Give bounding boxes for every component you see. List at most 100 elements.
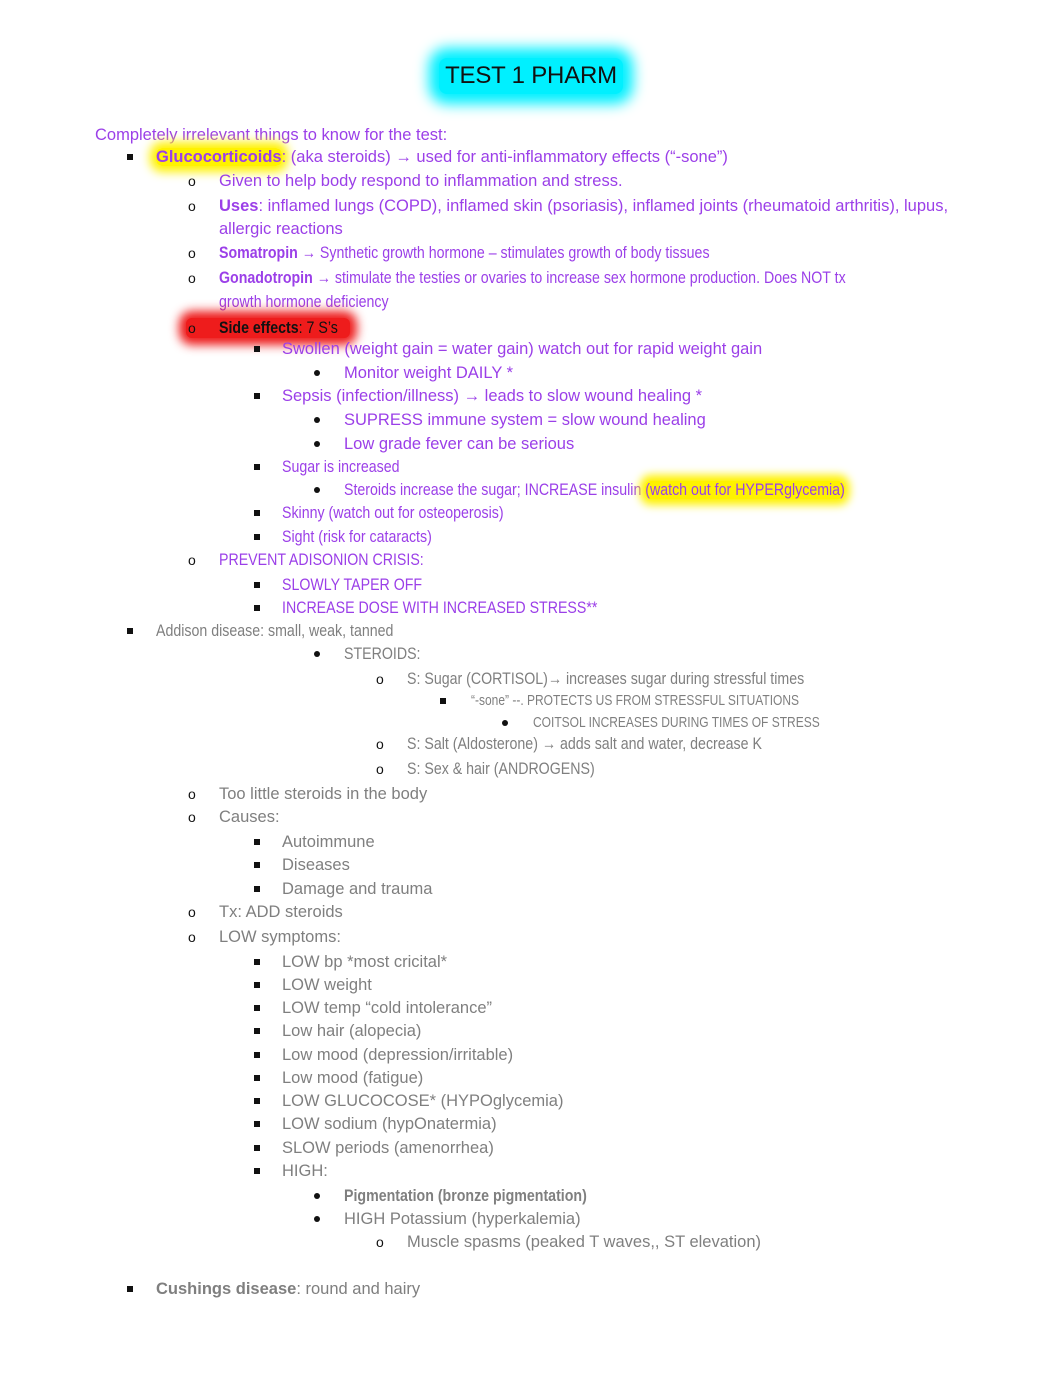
- glucocorticoids-line: Glucocorticoids: (aka steroids) → used f…: [156, 146, 728, 168]
- sight-text: Sight (risk for cataracts): [282, 528, 432, 546]
- causes-line: Causes:: [219, 808, 280, 826]
- title-text: TEST 1 PHARM: [439, 58, 623, 94]
- sugar-cortisol-text: S: Sugar (CORTISOL)→ increases sugar dur…: [407, 670, 805, 688]
- circle-bullet-icon: o: [376, 736, 384, 752]
- low-item: LOW sodium (hypOnatermia): [282, 1115, 497, 1133]
- gonadotropin-cont-line: growth hormone deficiency: [219, 291, 416, 313]
- sone-text: “-sone” --. PROTECTS US FROM STRESSFUL S…: [471, 692, 800, 709]
- sone-line: “-sone” --. PROTECTS US FROM STRESSFUL S…: [471, 690, 881, 712]
- circle-bullet-icon: o: [188, 198, 196, 214]
- uses-desc: : inflamed lungs (COPD), inflamed skin (…: [258, 197, 949, 215]
- given-line: Given to help body respond to inflammati…: [219, 172, 623, 190]
- side-effect-item: Swollen (weight gain = water gain) watch…: [282, 340, 763, 358]
- square-bullet-icon: [254, 951, 260, 973]
- square-bullet-icon: [254, 574, 260, 596]
- square-bullet-icon: [254, 456, 260, 478]
- dot-bullet-icon: [502, 712, 508, 734]
- square-bullet-icon: [254, 974, 260, 996]
- square-bullet-icon: [254, 1067, 260, 1089]
- side-effects-term: Side effects: [219, 319, 299, 337]
- dot-bullet-icon: [314, 479, 320, 501]
- circle-bullet-icon: o: [376, 1234, 384, 1250]
- cushings-desc: : round and hairy: [296, 1280, 421, 1298]
- sex-text: S: Sex & hair (ANDROGENS): [407, 760, 595, 778]
- too-little-line: Too little steroids in the body: [219, 785, 428, 803]
- square-bullet-icon: [254, 502, 260, 524]
- side-effect-item: Sight (risk for cataracts): [282, 526, 456, 548]
- cause-item: Damage and trauma: [282, 880, 433, 898]
- steroids-text: STEROIDS:: [344, 645, 421, 663]
- side-effect-item: Skinny (watch out for osteoperosis): [282, 502, 540, 524]
- tx-line: Tx: ADD steroids: [219, 903, 343, 921]
- square-bullet-icon: [254, 1113, 260, 1135]
- square-bullet-icon: [127, 1278, 133, 1300]
- somatropin-desc: → Synthetic growth hormone – stimulates …: [297, 244, 710, 262]
- low-item: Low hair (alopecia): [282, 1022, 422, 1040]
- dot-bullet-icon: [314, 409, 320, 431]
- square-bullet-icon: [254, 1090, 260, 1112]
- square-bullet-icon: [440, 690, 446, 712]
- square-bullet-icon: [254, 997, 260, 1019]
- intro-line: Completely irrelevant things to know for…: [95, 126, 448, 144]
- skinny-text: Skinny (watch out for osteoperosis): [282, 504, 504, 522]
- addison-heading-text: Addison disease: small, weak, tanned: [156, 622, 394, 640]
- side-effect-subitem: SUPRESS immune system = slow wound heali…: [344, 411, 706, 429]
- side-effect-subitem: Steroids increase the sugar; INCREASE in…: [344, 479, 926, 501]
- side-effect-item: Sugar is increased: [282, 456, 419, 478]
- coitsol-text: COITSOL INCREASES DURING TIMES OF STRESS: [533, 714, 820, 731]
- circle-bullet-icon: o: [188, 809, 196, 825]
- taper-text: SLOWLY TAPER OFF: [282, 576, 423, 594]
- square-bullet-icon: [254, 1160, 260, 1182]
- hyperglycemia-highlight: (watch out for HYPERglycemia): [645, 481, 845, 499]
- uses-cont-line: allergic reactions: [219, 220, 343, 238]
- cushings-line: Cushings disease: round and hairy: [156, 1278, 420, 1300]
- square-bullet-icon: [254, 1044, 260, 1066]
- square-bullet-icon: [127, 620, 133, 642]
- gonadotropin-line: Gonadotropin → stimulate the testies or …: [219, 267, 948, 289]
- square-bullet-icon: [254, 1137, 260, 1159]
- low-item: HIGH:: [282, 1162, 328, 1180]
- dot-bullet-icon: [314, 1185, 320, 1207]
- square-bullet-icon: [254, 878, 260, 900]
- prevent-item: INCREASE DOSE WITH INCREASED STRESS**: [282, 597, 649, 619]
- sugar-cortisol-line: S: Sugar (CORTISOL)→ increases sugar dur…: [407, 668, 869, 690]
- high-item: HIGH Potassium (hyperkalemia): [344, 1210, 581, 1228]
- dot-bullet-icon: [314, 362, 320, 384]
- circle-bullet-icon: o: [376, 761, 384, 777]
- cause-item: Diseases: [282, 856, 350, 874]
- circle-bullet-icon: o: [188, 786, 196, 802]
- gonadotropin-cont-text: growth hormone deficiency: [219, 293, 389, 311]
- cause-item: Autoimmune: [282, 833, 375, 851]
- square-bullet-icon: [127, 146, 133, 168]
- circle-bullet-icon: o: [188, 929, 196, 945]
- prevent-text: PREVENT ADISONION CRISIS:: [219, 551, 424, 569]
- sugar-increased-text: Sugar is increased: [282, 458, 400, 476]
- low-item: Low mood (depression/irritable): [282, 1046, 514, 1064]
- square-bullet-icon: [254, 338, 260, 360]
- square-bullet-icon: [254, 597, 260, 619]
- square-bullet-icon: [254, 854, 260, 876]
- low-item: LOW GLUCOCOSE* (HYPOglycemia): [282, 1092, 564, 1110]
- salt-text: S: Salt (Aldosterone) → adds salt and wa…: [407, 735, 762, 753]
- low-item: LOW temp “cold intolerance”: [282, 999, 492, 1017]
- coitsol-line: COITSOL INCREASES DURING TIMES OF STRESS: [533, 712, 891, 734]
- somatropin-term: Somatropin: [219, 244, 298, 262]
- low-item: LOW bp *most cricital*: [282, 953, 448, 971]
- prevent-item: SLOWLY TAPER OFF: [282, 574, 445, 596]
- circle-bullet-icon: o: [188, 270, 196, 286]
- gonadotropin-desc: → stimulate the testies or ovaries to in…: [312, 269, 846, 287]
- high-item: Pigmentation (bronze pigmentation): [344, 1185, 626, 1207]
- side-effect-subitem: Monitor weight DAILY *: [344, 364, 514, 382]
- muscle-line: Muscle spasms (peaked T waves,, ST eleva…: [407, 1233, 761, 1251]
- document-page: TEST 1 PHARM Completely irrelevant thing…: [0, 0, 1062, 1377]
- salt-line: S: Salt (Aldosterone) → adds salt and wa…: [407, 733, 820, 755]
- dot-bullet-icon: [314, 1208, 320, 1230]
- square-bullet-icon: [254, 831, 260, 853]
- dot-bullet-icon: [314, 643, 320, 665]
- cushings-term: Cushings disease: [156, 1280, 297, 1298]
- sex-line: S: Sex & hair (ANDROGENS): [407, 758, 625, 780]
- dot-bullet-icon: [314, 433, 320, 455]
- glucocorticoids-term: Glucocorticoids: [156, 148, 282, 166]
- low-item: LOW weight: [282, 976, 372, 994]
- square-bullet-icon: [254, 385, 260, 407]
